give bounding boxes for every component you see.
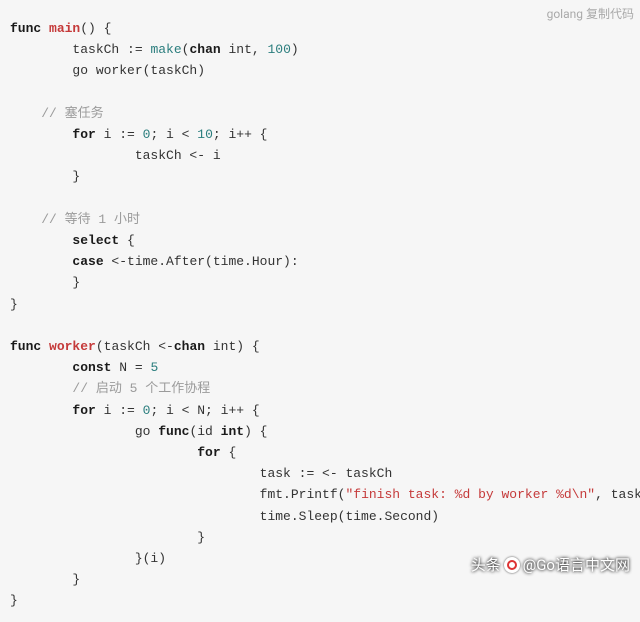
code-text: ) { [244, 424, 267, 439]
code-text: () { [80, 21, 111, 36]
code-text: int, [221, 42, 268, 57]
code-text: (taskCh <- [96, 339, 174, 354]
code-text: taskCh := [10, 42, 150, 57]
code-snippet: func main() { taskCh := make(chan int, 1… [0, 0, 640, 622]
code-text: } [10, 593, 18, 608]
fn-worker: worker [49, 339, 96, 354]
code-text: i := [96, 127, 143, 142]
comment: // 启动 5 个工作协程 [10, 381, 210, 396]
kw-chan: chan [189, 42, 220, 57]
watermark-text: 头条 [471, 555, 501, 576]
copy-code-label[interactable]: 复制代码 [586, 7, 634, 21]
code-text: time.Sleep(time.Second) [10, 509, 439, 524]
kw-chan: chan [174, 339, 205, 354]
code-text: int) { [205, 339, 260, 354]
comment: // 等待 1 小时 [10, 212, 140, 227]
fn-main: main [49, 21, 80, 36]
code-text: <-time.After(time.Hour): [104, 254, 299, 269]
code-header: golang 复制代码 [547, 4, 634, 25]
toutiao-icon [504, 557, 520, 573]
code-text: fmt.Printf( [10, 487, 345, 502]
code-text: ) [291, 42, 299, 57]
code-text: go worker(taskCh) [10, 63, 205, 78]
watermark: 头条 @Go语言中文网 [471, 555, 630, 576]
kw-const: const [10, 360, 111, 375]
code-text: (id [189, 424, 220, 439]
comment: // 塞任务 [10, 106, 104, 121]
code-text: }(i) [10, 551, 166, 566]
kw-func: func [10, 339, 41, 354]
num-10: 10 [197, 127, 213, 142]
code-text: taskCh <- i [10, 148, 221, 163]
code-text: ; i++ { [213, 127, 268, 142]
language-label: golang [547, 7, 583, 21]
num-5: 5 [150, 360, 158, 375]
code-text: N = [111, 360, 150, 375]
kw-for: for [10, 127, 96, 142]
code-text: ; i < N; i++ { [150, 403, 259, 418]
code-text: go [10, 424, 158, 439]
string-literal: "finish task: %d by worker %d\n" [345, 487, 595, 502]
kw-for: for [10, 445, 221, 460]
code-text: } [10, 530, 205, 545]
code-text: i := [96, 403, 143, 418]
code-text: { [221, 445, 237, 460]
kw-func: func [158, 424, 189, 439]
builtin-make: make [150, 42, 181, 57]
code-text: } [10, 572, 80, 587]
code-text: } [10, 169, 80, 184]
code-text: , task, id) [595, 487, 640, 502]
watermark-handle: @Go语言中文网 [523, 555, 630, 576]
kw-func: func [10, 21, 41, 36]
code-text: { [119, 233, 135, 248]
code-text: task := <- taskCh [10, 466, 392, 481]
kw-int: int [221, 424, 244, 439]
code-text: } [10, 275, 80, 290]
kw-for: for [10, 403, 96, 418]
num-100: 100 [268, 42, 291, 57]
code-text: } [10, 297, 18, 312]
kw-select: select [10, 233, 119, 248]
code-text: ; i < [150, 127, 197, 142]
kw-case: case [10, 254, 104, 269]
